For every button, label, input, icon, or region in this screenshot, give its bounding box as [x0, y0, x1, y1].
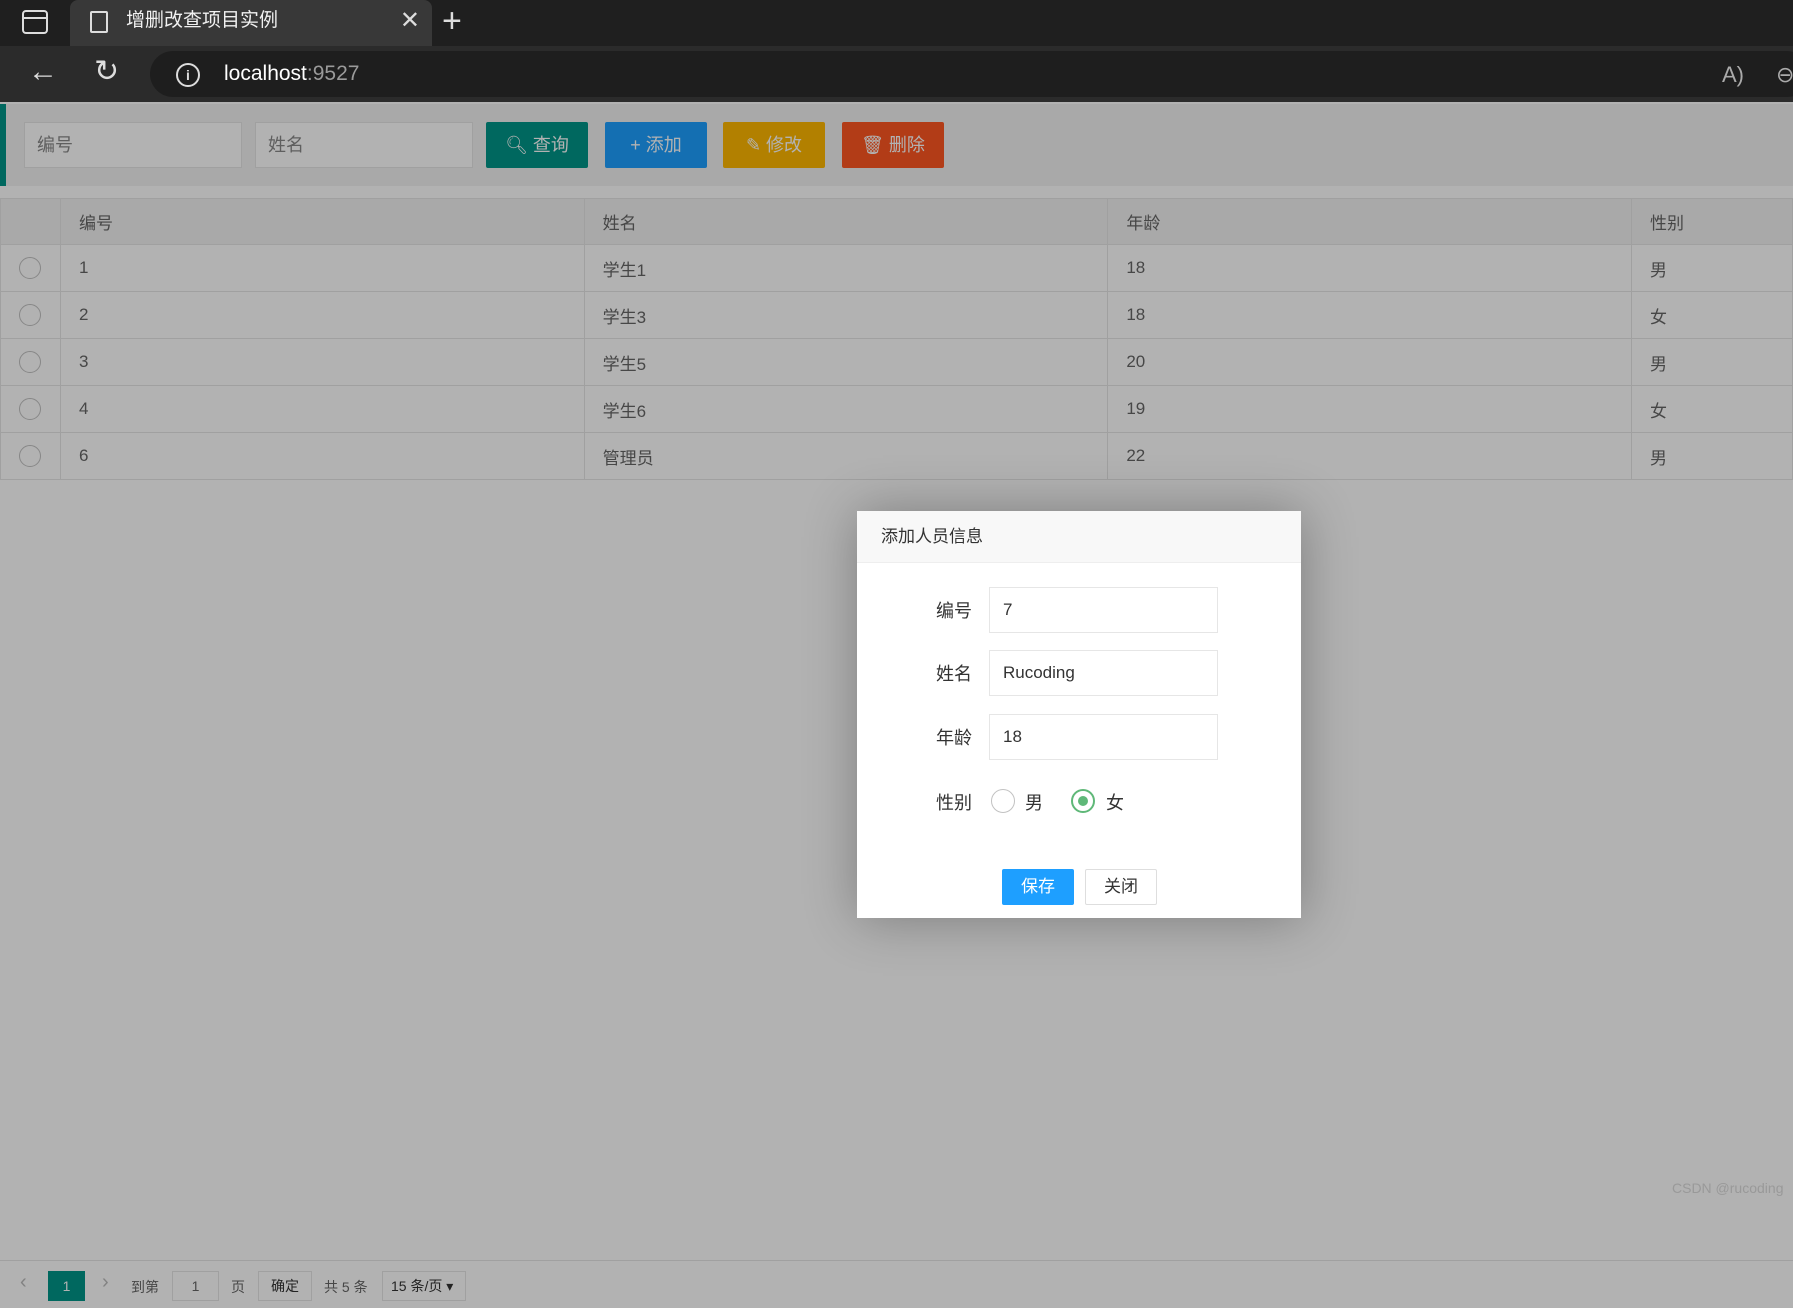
- id-field[interactable]: 7: [989, 587, 1218, 633]
- tab-title: 增删改查项目实例: [126, 10, 279, 31]
- age-field[interactable]: 18: [989, 714, 1218, 760]
- page-icon: [90, 11, 108, 33]
- address-bar: ← ↻ i localhost:9527 A) ⊖: [0, 46, 1793, 102]
- gender-option-female[interactable]: 女: [1106, 789, 1124, 815]
- id-label: 编号: [936, 601, 972, 621]
- close-button[interactable]: 关闭: [1085, 869, 1157, 905]
- url-port: :9527: [306, 62, 360, 85]
- add-person-dialog: 添加人员信息 编号 7 姓名 Rucoding 年龄 18 性别 男 女 保存 …: [857, 511, 1301, 918]
- age-label: 年龄: [936, 728, 972, 748]
- name-label: 姓名: [936, 664, 972, 684]
- back-arrow-icon[interactable]: ←: [28, 54, 58, 90]
- name-field[interactable]: Rucoding: [989, 650, 1218, 696]
- browser-tab-strip: 增删改查项目实例 ✕ +: [0, 0, 1793, 46]
- tab-actions-icon[interactable]: [22, 10, 48, 34]
- watermark: CSDN @rucoding: [1672, 1180, 1784, 1196]
- info-icon[interactable]: i: [176, 63, 200, 87]
- gender-radio-female[interactable]: [1071, 789, 1095, 813]
- url-host: localhost: [224, 62, 307, 85]
- read-aloud-icon[interactable]: A): [1722, 62, 1744, 88]
- gender-option-male[interactable]: 男: [1025, 789, 1043, 815]
- save-button[interactable]: 保存: [1002, 869, 1074, 905]
- zoom-out-icon[interactable]: ⊖: [1776, 62, 1793, 88]
- close-tab-icon[interactable]: ✕: [400, 8, 420, 34]
- url-field[interactable]: i localhost:9527: [150, 51, 1793, 97]
- browser-tab[interactable]: 增删改查项目实例 ✕: [70, 0, 432, 46]
- new-tab-icon[interactable]: +: [442, 2, 462, 40]
- gender-radio-male[interactable]: [991, 789, 1015, 813]
- gender-label: 性别: [936, 793, 972, 813]
- reload-icon[interactable]: ↻: [94, 52, 119, 92]
- url-text: localhost:9527: [224, 51, 359, 97]
- dialog-title: 添加人员信息: [857, 511, 1301, 563]
